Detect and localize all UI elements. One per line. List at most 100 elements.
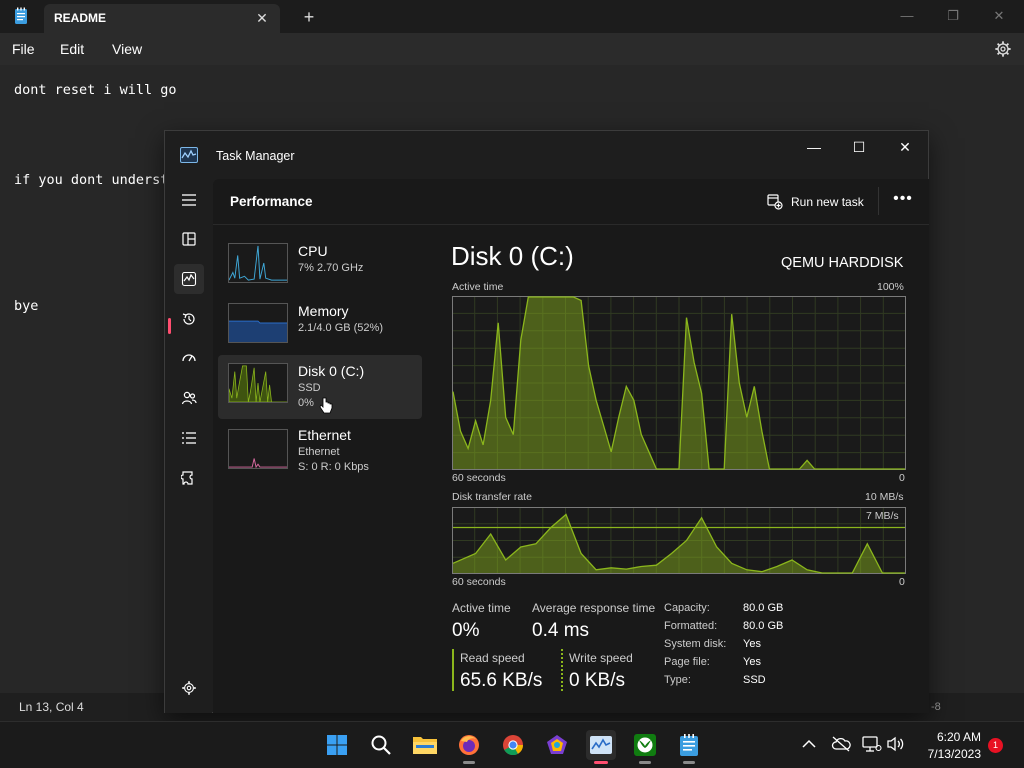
menu-file[interactable]: File xyxy=(12,41,35,57)
read-speed-marker xyxy=(452,649,454,691)
read-speed-label: Read speed xyxy=(460,651,525,665)
menu-view[interactable]: View xyxy=(112,41,142,57)
editor-line: if you dont underst xyxy=(14,172,169,188)
details-icon[interactable] xyxy=(174,423,204,453)
volume-icon[interactable] xyxy=(886,734,906,754)
active-nav-indicator xyxy=(168,318,171,334)
page-header: Performance Run new task ••• xyxy=(213,179,929,225)
tm-maximize-button[interactable]: ☐ xyxy=(836,133,882,161)
memory-thumbnail-graph xyxy=(228,303,288,343)
prop-value: Yes xyxy=(743,638,761,650)
app-icon[interactable] xyxy=(542,730,572,760)
run-new-task-button[interactable]: Run new task xyxy=(767,191,864,213)
chrome-icon[interactable] xyxy=(498,730,528,760)
avg-response-value: 0.4 ms xyxy=(532,620,590,641)
processes-icon[interactable] xyxy=(174,224,204,254)
resource-item-memory[interactable]: Memory 2.1/4.0 GB (52%) xyxy=(218,295,422,359)
active-time-max-label: 100% xyxy=(877,281,904,293)
prop-key: System disk: xyxy=(664,638,727,650)
tab-readme[interactable]: README ✕ xyxy=(44,4,280,33)
task-manager-taskbar-icon[interactable] xyxy=(586,730,616,764)
running-indicator xyxy=(639,761,651,764)
active-time-chart xyxy=(452,296,906,470)
read-speed-value: 65.6 KB/s xyxy=(460,670,543,691)
cursor-position: Ln 13, Col 4 xyxy=(19,700,84,714)
minimize-button[interactable]: — xyxy=(884,2,930,30)
window-title: Task Manager xyxy=(216,149,295,163)
tm-close-button[interactable]: ✕ xyxy=(882,133,928,161)
taskbar: 6:20 AM 7/13/2023 1 xyxy=(0,721,1024,768)
notepad-menubar: File Edit View xyxy=(0,33,1024,65)
resource-usage: 2.1/4.0 GB (52%) xyxy=(298,322,383,334)
notepad-titlebar: README ✕ + — ❐ ✕ xyxy=(0,0,1024,33)
menu-edit[interactable]: Edit xyxy=(60,41,84,57)
clock-time[interactable]: 6:20 AM xyxy=(921,730,981,744)
notepad-app-icon xyxy=(15,7,27,24)
active-time-x-right: 0 xyxy=(899,472,905,484)
transfer-x-right: 0 xyxy=(899,576,905,588)
settings-icon[interactable] xyxy=(174,673,204,703)
notification-badge[interactable]: 1 xyxy=(988,738,1003,753)
resource-name: Ethernet xyxy=(298,427,351,443)
encoding-status-fragment: -8 xyxy=(931,701,941,713)
header-divider xyxy=(878,187,879,215)
transfer-line-label: 7 MB/s xyxy=(866,510,899,522)
start-icon[interactable] xyxy=(322,730,352,760)
prop-value: Yes xyxy=(743,656,761,668)
write-speed-label: Write speed xyxy=(569,651,633,665)
hamburger-menu-icon[interactable] xyxy=(174,185,204,215)
transfer-rate-chart xyxy=(452,507,906,574)
restore-button[interactable]: ❐ xyxy=(930,2,976,30)
resource-name: CPU xyxy=(298,243,328,259)
active-time-stat-label: Active time xyxy=(452,601,511,615)
tab-title: README xyxy=(54,11,107,25)
network-icon[interactable] xyxy=(862,734,882,754)
users-icon[interactable] xyxy=(174,383,204,413)
active-time-chart-label: Active time xyxy=(452,281,504,293)
onedrive-offline-icon[interactable] xyxy=(831,734,851,754)
resource-usage: S: 0 R: 0 Kbps xyxy=(298,461,369,473)
task-manager-window: Task Manager — ☐ ✕ Performance Run new t… xyxy=(164,130,929,713)
prop-value: 80.0 GB xyxy=(743,620,784,632)
hand-cursor-icon xyxy=(319,397,333,414)
performance-page: Performance Run new task ••• CPU 7% 2.70… xyxy=(213,179,929,713)
prop-value: 80.0 GB xyxy=(743,602,784,614)
performance-icon[interactable] xyxy=(174,264,204,294)
avg-response-label: Average response time xyxy=(532,601,656,615)
prop-key: Type: xyxy=(664,674,691,686)
active-time-x-left: 60 seconds xyxy=(452,472,506,484)
prop-value: SSD xyxy=(743,674,766,686)
resource-usage: 7% 2.70 GHz xyxy=(298,262,364,274)
navigation-rail xyxy=(165,179,212,713)
xbox-icon[interactable] xyxy=(630,730,660,764)
disk-thumbnail-graph xyxy=(228,363,288,403)
tab-close-icon[interactable]: ✕ xyxy=(252,8,272,28)
running-indicator xyxy=(683,761,695,764)
active-time-stat-value: 0% xyxy=(452,620,480,641)
new-tab-button[interactable]: + xyxy=(298,6,320,28)
firefox-icon[interactable] xyxy=(454,730,484,764)
search-icon[interactable] xyxy=(366,730,396,760)
notepad-taskbar-icon[interactable] xyxy=(674,730,704,764)
active-indicator xyxy=(594,761,608,764)
file-explorer-icon[interactable] xyxy=(410,730,440,760)
more-options-icon[interactable]: ••• xyxy=(891,189,915,213)
resource-item-ethernet[interactable]: Ethernet Ethernet S: 0 R: 0 Kbps xyxy=(218,421,422,485)
prop-key: Page file: xyxy=(664,656,710,668)
resource-name: Memory xyxy=(298,303,349,319)
resource-type: Ethernet xyxy=(298,446,340,458)
chevron-up-icon[interactable] xyxy=(799,734,819,754)
editor-line: dont reset i will go xyxy=(14,82,177,98)
page-title: Performance xyxy=(230,194,313,209)
app-history-icon[interactable] xyxy=(174,304,204,334)
settings-gear-icon[interactable] xyxy=(994,40,1012,58)
write-speed-value: 0 KB/s xyxy=(569,670,625,691)
clock-date[interactable]: 7/13/2023 xyxy=(912,747,981,761)
close-button[interactable]: ✕ xyxy=(976,2,1022,30)
startup-apps-icon[interactable] xyxy=(174,343,204,373)
services-icon[interactable] xyxy=(174,463,204,493)
resource-item-cpu[interactable]: CPU 7% 2.70 GHz xyxy=(218,235,422,299)
transfer-x-left: 60 seconds xyxy=(452,576,506,588)
resource-usage: 0% xyxy=(298,397,314,409)
tm-minimize-button[interactable]: — xyxy=(791,133,837,161)
